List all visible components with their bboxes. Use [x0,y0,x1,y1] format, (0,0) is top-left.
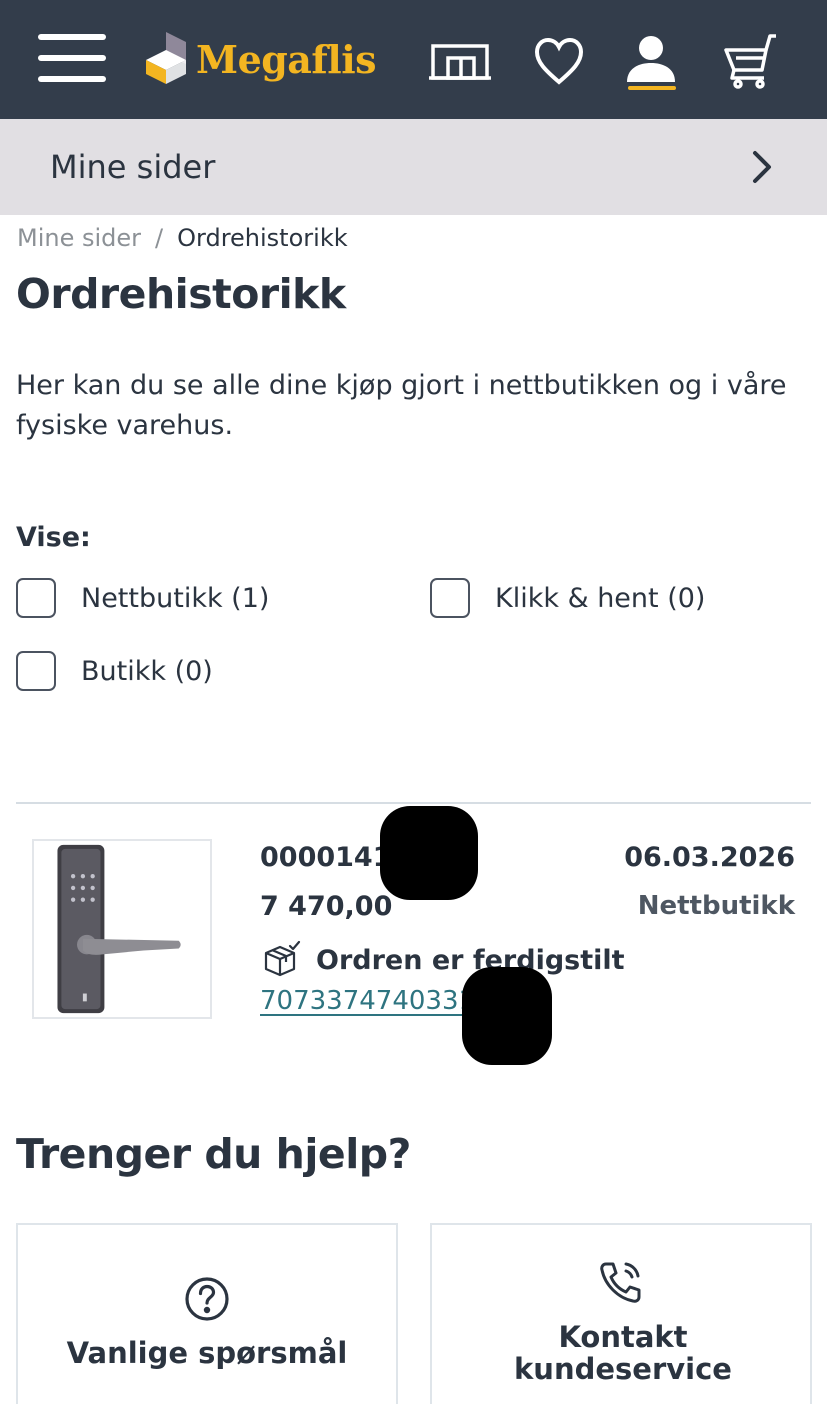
logo-mark-icon [146,32,186,84]
brand-logo[interactable]: Megaflis [142,28,377,90]
account-icon[interactable] [620,30,684,94]
filter-klikk-hent[interactable]: Klikk & hent (0) [430,578,705,618]
breadcrumb: Mine sider / Ordrehistorikk [17,224,348,252]
active-indicator [628,86,676,90]
checkbox-label: Klikk & hent (0) [495,582,706,614]
checkbox[interactable] [16,578,56,618]
order-status-text: Ordren er ferdigstilt [316,944,625,976]
mine-sider-nav[interactable]: Mine sider [0,119,827,215]
store-icon[interactable] [428,30,492,94]
page-title: Ordrehistorikk [16,270,346,318]
subnav-label: Mine sider [50,148,216,186]
contact-label: Kontakt kundeservice [514,1320,732,1386]
redaction-mark [462,967,552,1065]
breadcrumb-current: Ordrehistorikk [177,224,348,252]
contact-card[interactable]: Kontakt kundeservice [430,1223,812,1404]
checkbox-label: Nettbutikk (1) [81,582,270,614]
cart-icon[interactable] [718,30,782,94]
checkbox[interactable] [16,651,56,691]
checkbox-label: Butikk (0) [81,655,213,687]
help-title: Trenger du hjelp? [16,1130,411,1178]
tracking-link[interactable]: 7073374740331 [260,986,475,1016]
chevron-right-icon [753,151,771,183]
checkbox[interactable] [430,578,470,618]
page-intro: Her kan du se alle dine kjøp gjort i net… [16,370,787,441]
filter-label: Vise: [16,522,91,553]
divider [16,802,811,804]
breadcrumb-separator: / [155,224,164,252]
order-channel: Nettbutikk [637,891,795,921]
heart-icon[interactable] [527,30,591,94]
faq-label: Vanlige spørsmål [66,1336,348,1370]
order-date: 06.03.2026 [624,842,795,873]
redaction-mark [380,806,478,900]
top-header: Megaflis [0,0,827,119]
package-icon [264,940,301,977]
menu-icon[interactable] [38,34,106,84]
faq-card[interactable]: Vanlige spørsmål [16,1223,398,1404]
brand-name: Megaflis [196,36,377,82]
order-price: 7 470,00 [260,891,393,922]
filter-nettbutikk[interactable]: Nettbutikk (1) [16,578,269,618]
breadcrumb-link-mine-sider[interactable]: Mine sider [17,224,141,252]
order-product-image[interactable] [32,839,212,1019]
question-icon [183,1275,231,1323]
phone-icon [596,1258,646,1306]
order-status: Ordren er ferdigstilt [262,940,625,980]
filter-butikk[interactable]: Butikk (0) [16,651,213,691]
